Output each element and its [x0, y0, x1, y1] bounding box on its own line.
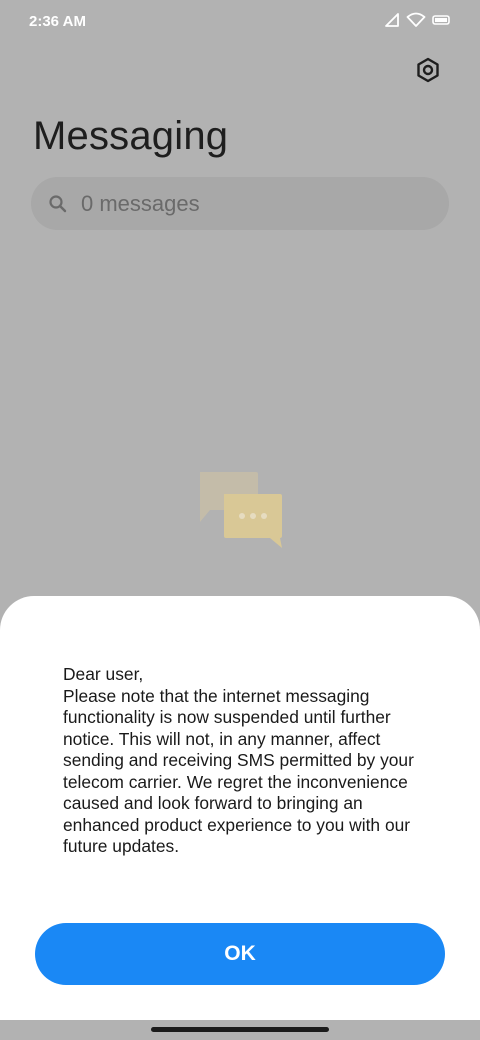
- status-bar: 2:36 AM: [0, 0, 480, 44]
- notice-greeting: Dear user,: [63, 664, 144, 684]
- search-icon: [47, 193, 69, 215]
- chat-bubbles-icon: [196, 470, 286, 552]
- settings-button[interactable]: [412, 56, 444, 88]
- page-title: Messaging: [33, 114, 229, 158]
- home-indicator[interactable]: [151, 1027, 329, 1032]
- search-bar[interactable]: 0 messages: [31, 177, 449, 230]
- search-placeholder: 0 messages: [81, 190, 200, 216]
- notice-message: Dear user, Please note that the internet…: [63, 664, 443, 858]
- notice-body: Please note that the internet messaging …: [63, 685, 414, 857]
- battery-icon: [432, 13, 450, 31]
- ok-button[interactable]: OK: [35, 923, 445, 985]
- gear-icon: [415, 57, 441, 88]
- status-icons: [384, 12, 450, 32]
- signal-icon: [384, 12, 400, 33]
- status-time: 2:36 AM: [29, 13, 86, 30]
- wifi-icon: [406, 12, 426, 33]
